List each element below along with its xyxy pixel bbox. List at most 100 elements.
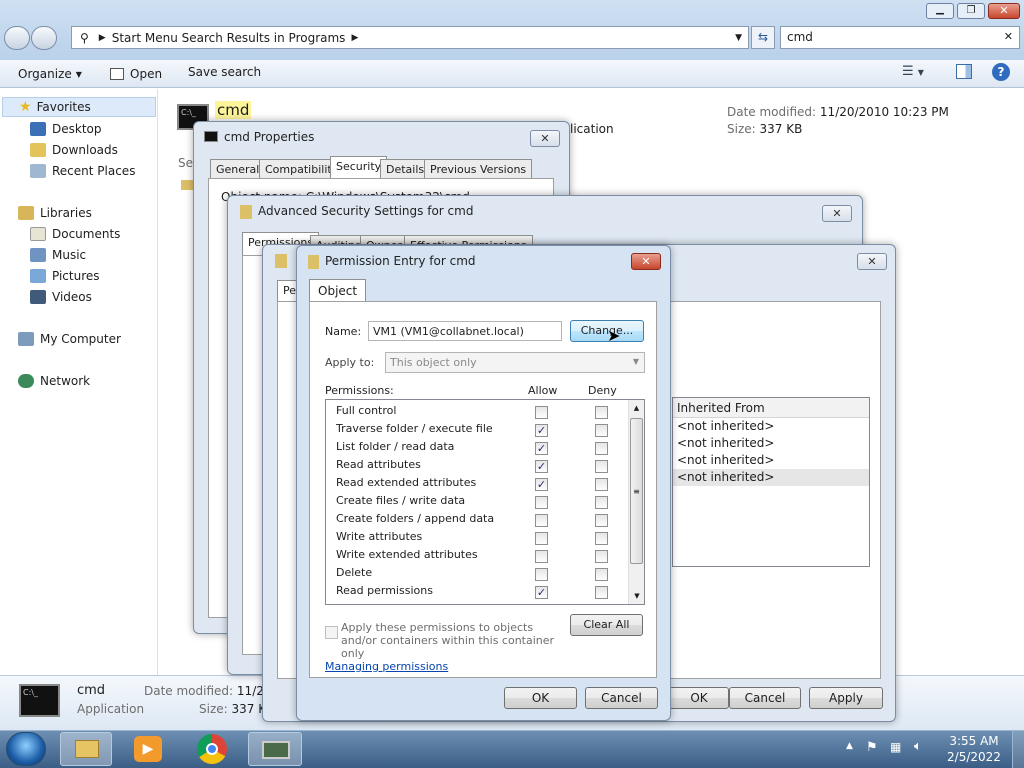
open-button[interactable]: Open bbox=[110, 65, 162, 83]
tab-object[interactable]: Object bbox=[309, 279, 367, 302]
tray-arrow-icon[interactable]: ▲ bbox=[846, 741, 853, 751]
taskbar-explorer-icon[interactable] bbox=[60, 732, 112, 766]
scrollbar[interactable]: ▲ ≡ ▼ bbox=[628, 400, 644, 604]
taskbar-remote-desktop-icon[interactable] bbox=[248, 732, 302, 766]
list-item[interactable]: <not inherited> bbox=[673, 452, 869, 469]
tab-details[interactable]: Details bbox=[380, 159, 431, 179]
sidebar-item-downloads[interactable]: Downloads bbox=[30, 140, 118, 160]
address-text: Start Menu Search Results in Programs bbox=[111, 30, 346, 45]
allow-checkbox[interactable] bbox=[535, 496, 548, 509]
refresh-button[interactable]: ⇆ bbox=[751, 26, 775, 49]
close-button[interactable]: ✕ bbox=[857, 253, 887, 270]
address-bar[interactable]: ⚲ ▶ Start Menu Search Results in Program… bbox=[71, 26, 749, 49]
allow-checkbox[interactable] bbox=[535, 532, 548, 545]
tab-general[interactable]: General bbox=[210, 159, 266, 179]
sidebar-item-desktop[interactable]: Desktop bbox=[30, 119, 102, 139]
window-close-button[interactable]: ✕ bbox=[988, 3, 1020, 19]
forward-button[interactable] bbox=[31, 26, 57, 50]
allow-checkbox[interactable]: ✓ bbox=[535, 586, 548, 599]
start-button[interactable] bbox=[6, 732, 46, 766]
result-name[interactable]: cmd bbox=[215, 101, 252, 119]
sidebar-item-my-computer[interactable]: My Computer bbox=[18, 329, 121, 349]
managing-permissions-link[interactable]: Managing permissions bbox=[325, 660, 448, 673]
permission-label: List folder / read data bbox=[336, 440, 455, 453]
tab-security[interactable]: Security bbox=[330, 156, 388, 179]
allow-checkbox[interactable] bbox=[535, 406, 548, 419]
allow-checkbox[interactable] bbox=[535, 514, 548, 527]
permission-label: Write extended attributes bbox=[336, 548, 478, 561]
preview-pane-icon[interactable] bbox=[956, 64, 972, 79]
list-item[interactable]: <not inherited> bbox=[673, 435, 869, 452]
deny-checkbox[interactable] bbox=[595, 550, 608, 563]
deny-checkbox[interactable] bbox=[595, 442, 608, 455]
show-desktop-button[interactable] bbox=[1012, 731, 1024, 768]
sidebar-item-documents[interactable]: Documents bbox=[30, 224, 120, 244]
sidebar-item-pictures[interactable]: Pictures bbox=[30, 266, 100, 286]
allow-checkbox[interactable]: ✓ bbox=[535, 478, 548, 491]
list-item[interactable]: <not inherited> bbox=[673, 418, 869, 435]
cancel-button[interactable]: Cancel bbox=[585, 687, 658, 709]
tray-flag-icon[interactable]: ⚑ bbox=[866, 740, 878, 755]
close-button[interactable]: ✕ bbox=[822, 205, 852, 222]
deny-checkbox[interactable] bbox=[595, 496, 608, 509]
allow-checkbox[interactable] bbox=[535, 550, 548, 563]
permission-row: Create files / write data bbox=[336, 494, 465, 512]
list-item[interactable]: <not inherited> bbox=[673, 469, 869, 486]
tray-volume-icon[interactable]: 🔈︎ bbox=[914, 739, 922, 754]
help-icon[interactable]: ? bbox=[992, 63, 1010, 81]
minimize-button[interactable]: ▁ bbox=[926, 3, 954, 19]
clock-date: 2/5/2022 bbox=[947, 750, 1001, 764]
deny-checkbox[interactable] bbox=[595, 478, 608, 491]
views-icon[interactable]: ☰ ▼ bbox=[902, 64, 924, 79]
ok-button[interactable]: OK bbox=[504, 687, 577, 709]
back-button[interactable] bbox=[4, 26, 30, 50]
favorites-header[interactable]: ★ Favorites bbox=[2, 97, 156, 117]
permissions-label: Permissions: bbox=[325, 384, 394, 397]
deny-checkbox[interactable] bbox=[595, 424, 608, 437]
deny-checkbox[interactable] bbox=[595, 460, 608, 473]
libraries-icon bbox=[18, 206, 34, 220]
tab-previous-versions[interactable]: Previous Versions bbox=[424, 159, 533, 179]
apply-button[interactable]: Apply bbox=[809, 687, 883, 709]
close-button[interactable]: ✕ bbox=[530, 130, 560, 147]
sidebar-item-network[interactable]: Network bbox=[18, 371, 90, 391]
sidebar-item-libraries[interactable]: Libraries bbox=[18, 203, 92, 223]
cmd-small-icon bbox=[204, 131, 218, 142]
sidebar-item-videos[interactable]: Videos bbox=[30, 287, 92, 307]
sidebar-item-recent-places[interactable]: Recent Places bbox=[30, 161, 135, 181]
inherited-from-header[interactable]: Inherited From bbox=[673, 398, 869, 418]
deny-checkbox[interactable] bbox=[595, 514, 608, 527]
deny-checkbox[interactable] bbox=[595, 568, 608, 581]
allow-checkbox[interactable] bbox=[535, 568, 548, 581]
star-icon: ★ bbox=[19, 99, 32, 115]
scroll-thumb[interactable]: ≡ bbox=[630, 418, 643, 564]
close-button[interactable]: ✕ bbox=[631, 253, 661, 270]
deny-checkbox[interactable] bbox=[595, 532, 608, 545]
chevron-right-icon: ▶ bbox=[98, 32, 106, 43]
search-input[interactable]: cmd ✕ bbox=[780, 26, 1020, 49]
apply-to-select[interactable]: This object only ▼ bbox=[385, 352, 645, 373]
cancel-button[interactable]: Cancel bbox=[729, 687, 801, 709]
organize-button[interactable]: Organize ▼ bbox=[18, 65, 82, 83]
scroll-down-icon[interactable]: ▼ bbox=[629, 588, 644, 604]
taskbar-chrome-icon[interactable] bbox=[197, 734, 227, 764]
deny-checkbox[interactable] bbox=[595, 586, 608, 599]
save-search-button[interactable]: Save search bbox=[188, 65, 261, 79]
allow-checkbox[interactable]: ✓ bbox=[535, 460, 548, 473]
ok-button[interactable]: OK bbox=[669, 687, 729, 709]
allow-checkbox[interactable]: ✓ bbox=[535, 424, 548, 437]
clock[interactable]: 3:55 AM 2/5/2022 bbox=[944, 733, 1004, 765]
apply-within-checkbox[interactable] bbox=[325, 626, 338, 639]
allow-checkbox[interactable]: ✓ bbox=[535, 442, 548, 455]
deny-checkbox[interactable] bbox=[595, 406, 608, 419]
scroll-up-icon[interactable]: ▲ bbox=[629, 400, 644, 416]
folder-icon bbox=[181, 180, 193, 190]
tray-network-icon[interactable]: ▦ bbox=[890, 740, 901, 754]
maximize-button[interactable]: ❐ bbox=[957, 3, 985, 19]
clear-all-button[interactable]: Clear All bbox=[570, 614, 643, 636]
sidebar-item-music[interactable]: Music bbox=[30, 245, 86, 265]
chevron-down-icon[interactable]: ▼ bbox=[735, 33, 742, 43]
permission-entries-list[interactable]: Inherited From <not inherited> <not inhe… bbox=[672, 397, 870, 567]
clear-search-icon[interactable]: ✕ bbox=[1004, 30, 1013, 43]
taskbar-media-player-icon[interactable]: ▶ bbox=[134, 736, 162, 762]
